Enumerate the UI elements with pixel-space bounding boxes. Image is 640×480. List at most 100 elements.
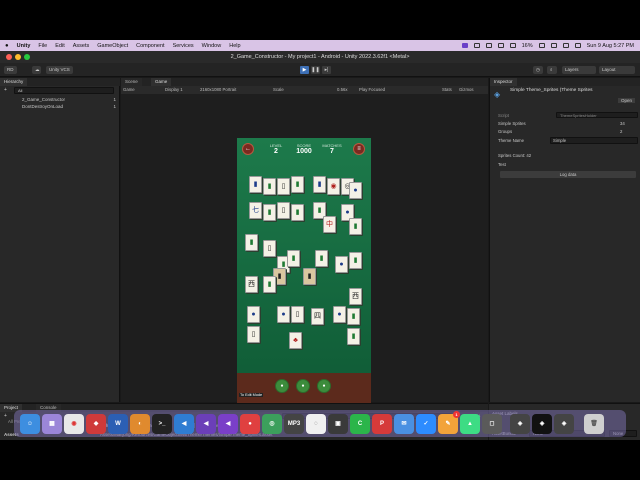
mahjong-tile[interactable]: ▮ [347,328,360,345]
mp3-icon[interactable]: MP3 [284,413,304,434]
finder-icon[interactable]: ☺ [20,413,40,434]
zoom-window-icon[interactable] [24,54,30,60]
cloud-icon[interactable]: ☁ [32,66,41,74]
unity-icon[interactable]: ◈ [532,413,552,434]
scale-value[interactable]: 0.56x [337,86,348,94]
android-icon[interactable]: ▲ [460,413,480,434]
mahjong-tile-selected[interactable]: ▮ [303,268,316,285]
status-icon[interactable] [509,43,516,48]
mahjong-tile[interactable]: 西 [349,288,362,305]
search-icon[interactable]: ⌕ [547,66,557,74]
back-button[interactable]: ← [242,143,254,155]
create-asset-icon[interactable]: + [4,413,7,419]
status-icon[interactable] [485,43,492,48]
hierarchy-search-input[interactable]: All [14,87,114,94]
menu-app-unity[interactable]: Unity [17,43,31,49]
app-icon[interactable]: ● [240,413,260,434]
chrome-icon[interactable]: ◉ [64,413,84,434]
menu-gameobject[interactable]: GameObject [97,43,128,49]
mahjong-tile[interactable]: ▮ [349,252,362,269]
app-icon[interactable]: ▣ [328,413,348,434]
trash-icon[interactable]: 🗑 [584,413,604,434]
menu-file[interactable]: File [38,43,47,49]
account-button[interactable]: RD [4,66,17,74]
app-icon[interactable]: ◆ [86,413,106,434]
menu-window[interactable]: Window [202,43,222,49]
status-icon[interactable] [473,43,480,48]
mahjong-tile[interactable]: ▮ [263,276,276,293]
mahjong-tile[interactable]: 七 [249,202,262,219]
screen-record-icon[interactable] [461,43,468,48]
mahjong-tile[interactable]: ▮ [287,250,300,267]
step-button[interactable]: ▸| [322,66,331,74]
status-icon[interactable] [497,43,504,48]
terminal-icon[interactable]: >_ [152,413,172,434]
word-icon[interactable]: W [108,413,128,434]
simple-sprites-label[interactable]: Simple Sprites [498,121,526,126]
mahjong-tile[interactable]: 中 [323,216,336,233]
tab-hierarchy[interactable]: Hierarchy [0,78,28,86]
mahjong-tile[interactable]: ● [333,306,346,323]
mahjong-tile[interactable]: ● [247,306,260,323]
mahjong-tile[interactable]: ▮ [245,234,258,251]
search-icon[interactable] [562,43,569,48]
zoom-icon[interactable]: ✓ [416,413,436,434]
edit-mode-button[interactable]: To Edit Mode [239,393,264,397]
hierarchy-item-game-constructor[interactable]: 2_Game_Constructor 1 [0,96,120,103]
resolution-dropdown[interactable]: 2160x1080 Portrait [200,86,236,94]
layout-dropdown[interactable]: Layout [599,66,635,74]
menubar-clock[interactable]: Sun 9 Aug 5:27 PM [587,43,634,49]
mahjong-tile[interactable]: 西 [245,276,258,293]
menu-edit[interactable]: Edit [55,43,64,49]
theme-name-input[interactable]: Simple [550,137,638,144]
minimize-window-icon[interactable] [15,54,21,60]
blender-icon[interactable]: ◐ [130,413,150,434]
gizmos-dropdown[interactable]: Gizmos [459,86,474,94]
play-button[interactable]: ▶ [300,66,309,74]
stats-button[interactable]: Stats [442,86,452,94]
mahjong-tile[interactable]: ▮ [291,204,304,221]
open-button[interactable]: Open [618,98,636,103]
pages-icon[interactable]: ✎ 1 [438,410,460,434]
mahjong-tile[interactable]: ▯ [277,178,290,195]
hint-icon[interactable]: ● [275,379,289,393]
maps-icon[interactable]: ◎ [262,413,282,434]
mail-icon[interactable]: ✉ [394,413,414,434]
visual-studio-icon[interactable]: ◀ [218,413,238,434]
vscode-icon[interactable]: ◀ [174,413,194,434]
history-icon[interactable]: ◷ [533,66,543,74]
mahjong-tile[interactable]: ▮ [249,176,262,193]
mahjong-tile[interactable]: ▮ [349,218,362,235]
mahjong-tile[interactable]: ▯ [247,326,260,343]
unity-icon[interactable]: ◈ [554,413,574,434]
mahjong-tile[interactable]: ♣ [289,332,302,349]
tab-scene[interactable]: Scene [121,78,142,86]
add-object-icon[interactable]: + [4,87,7,93]
log-data-button[interactable]: Log data [500,171,636,178]
visual-studio-icon[interactable]: ◀ [196,413,216,434]
mahjong-tile[interactable]: ● [277,306,290,323]
launchpad-icon[interactable]: ▦ [42,413,62,434]
mahjong-tile[interactable]: ◉ [327,178,340,195]
battery-icon[interactable] [538,43,545,48]
tab-game[interactable]: Game [151,78,172,86]
app-icon[interactable]: P [372,413,392,434]
mahjong-tile[interactable]: ▮ [315,250,328,267]
pause-button[interactable]: ❚❚ [311,66,320,74]
app-icon[interactable]: ◌ [306,413,326,434]
game-screen[interactable]: ← LEVEL 2 SCORE 1000 MATCHES 7 ≡ ▮ ▮ ▯ ▮… [237,138,371,403]
undo-icon[interactable]: ● [317,379,331,393]
menu-services[interactable]: Services [173,43,194,49]
battery-percent[interactable]: 16% [522,43,533,49]
menu-button[interactable]: ≡ [353,143,365,155]
mahjong-tile[interactable]: ▮ [263,178,276,195]
close-window-icon[interactable] [6,54,12,60]
vcs-button[interactable]: Unity VCS [46,66,73,74]
mahjong-tile[interactable]: ● [349,182,362,199]
menu-component[interactable]: Component [136,43,164,49]
control-center-icon[interactable] [574,43,581,48]
app-icon[interactable]: ◻ [482,413,502,434]
hierarchy-item-dontdestroyonload[interactable]: DontDestroyOnLoad 1 [0,103,120,110]
display-dropdown[interactable]: Display 1 [165,86,183,94]
wifi-icon[interactable] [550,43,557,48]
